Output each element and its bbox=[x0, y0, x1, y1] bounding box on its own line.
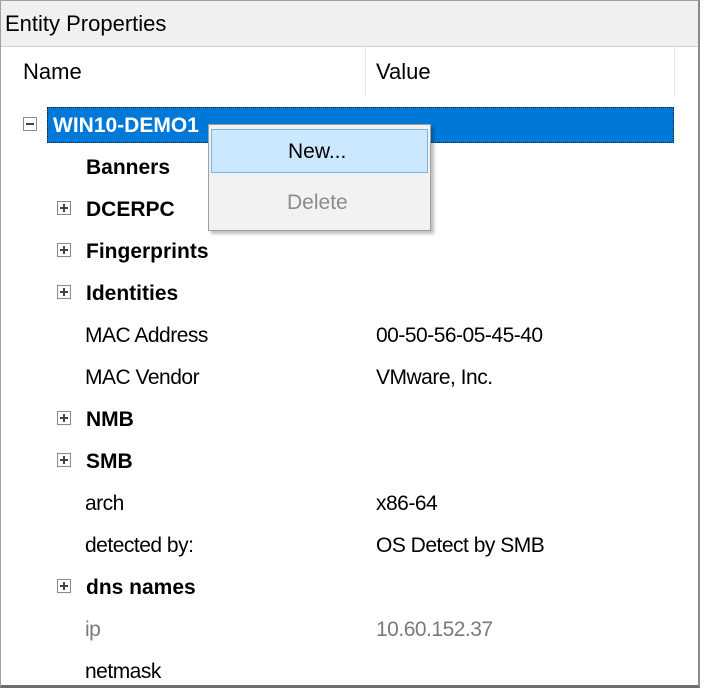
tree-row[interactable]: MAC Address 00-50-56-05-45-40 bbox=[1, 315, 698, 357]
property-name: arch bbox=[85, 492, 124, 515]
panel-title: Entity Properties bbox=[1, 1, 698, 47]
property-name: Banners bbox=[86, 156, 171, 179]
property-name: dns names bbox=[86, 576, 196, 599]
property-name: ip bbox=[85, 618, 101, 641]
expand-icon[interactable] bbox=[57, 243, 71, 257]
menu-item-delete[interactable]: Delete bbox=[211, 181, 428, 225]
tree-row[interactable]: Identities bbox=[1, 273, 698, 315]
column-header-value[interactable]: Value bbox=[376, 47, 431, 97]
column-divider[interactable] bbox=[674, 47, 675, 97]
collapse-icon[interactable] bbox=[23, 117, 37, 131]
property-name: SMB bbox=[86, 450, 133, 473]
column-header-name[interactable]: Name bbox=[23, 47, 82, 97]
tree-row[interactable]: NMB bbox=[1, 399, 698, 441]
property-name: netmask bbox=[85, 660, 161, 683]
tree-row[interactable]: arch x86-64 bbox=[1, 483, 698, 525]
property-name: Fingerprints bbox=[86, 240, 209, 263]
tree-row[interactable]: detected by: OS Detect by SMB bbox=[1, 525, 698, 567]
expand-icon[interactable] bbox=[57, 285, 71, 299]
property-name: MAC Vendor bbox=[85, 366, 200, 389]
column-divider[interactable] bbox=[365, 47, 366, 97]
property-name: DCERPC bbox=[86, 198, 175, 221]
entity-properties-panel: Entity Properties Name Value WIN10-DEMO1… bbox=[0, 0, 700, 688]
expand-icon[interactable] bbox=[57, 201, 71, 215]
context-menu: New... Delete bbox=[208, 124, 431, 231]
tree-row[interactable]: netmask bbox=[1, 651, 698, 685]
property-name: NMB bbox=[86, 408, 134, 431]
tree-row[interactable]: dns names bbox=[1, 567, 698, 609]
root-node-label: WIN10-DEMO1 bbox=[53, 114, 199, 137]
menu-item-label: New... bbox=[288, 140, 347, 163]
expand-icon[interactable] bbox=[57, 411, 71, 425]
property-name: Identities bbox=[86, 282, 179, 305]
tree-row[interactable]: Fingerprints bbox=[1, 231, 698, 273]
menu-item-new[interactable]: New... bbox=[211, 129, 428, 173]
property-name: detected by: bbox=[85, 534, 194, 557]
property-name: MAC Address bbox=[85, 324, 208, 347]
property-value: 10.60.152.37 bbox=[376, 618, 493, 641]
expand-icon[interactable] bbox=[57, 453, 71, 467]
property-value: OS Detect by SMB bbox=[376, 534, 545, 557]
property-value: x86-64 bbox=[376, 492, 438, 515]
menu-item-label: Delete bbox=[287, 191, 348, 214]
property-value: VMware, Inc. bbox=[376, 366, 493, 389]
tree-row[interactable]: MAC Vendor VMware, Inc. bbox=[1, 357, 698, 399]
column-header: Name Value bbox=[1, 47, 698, 97]
tree-row[interactable]: SMB bbox=[1, 441, 698, 483]
tree-row[interactable]: ip 10.60.152.37 bbox=[1, 609, 698, 651]
expand-icon[interactable] bbox=[57, 579, 71, 593]
property-value: 00-50-56-05-45-40 bbox=[376, 324, 543, 347]
